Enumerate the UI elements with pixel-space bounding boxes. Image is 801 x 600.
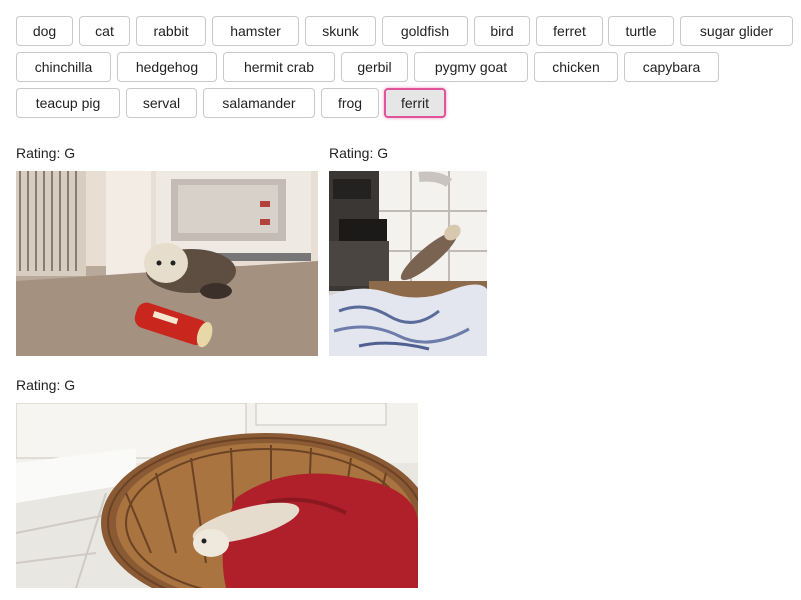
topic-button-sugar-glider[interactable]: sugar glider xyxy=(680,16,793,46)
topic-button-pygmy-goat[interactable]: pygmy goat xyxy=(414,52,528,82)
topic-button-frog[interactable]: frog xyxy=(321,88,379,118)
topic-button-salamander[interactable]: salamander xyxy=(203,88,315,118)
topic-button-skunk[interactable]: skunk xyxy=(305,16,376,46)
topic-button-serval[interactable]: serval xyxy=(126,88,197,118)
topic-button-chicken[interactable]: chicken xyxy=(534,52,618,82)
topic-button-hamster[interactable]: hamster xyxy=(212,16,299,46)
topic-button-bird[interactable]: bird xyxy=(474,16,530,46)
topic-button-hedgehog[interactable]: hedgehog xyxy=(117,52,217,82)
topic-button-turtle[interactable]: turtle xyxy=(608,16,674,46)
topic-button-teacup-pig[interactable]: teacup pig xyxy=(16,88,120,118)
topic-button-ferret[interactable]: ferret xyxy=(536,16,603,46)
topic-button-dog[interactable]: dog xyxy=(16,16,73,46)
topic-button-chinchilla[interactable]: chinchilla xyxy=(16,52,111,82)
topic-button-rabbit[interactable]: rabbit xyxy=(136,16,206,46)
rating-label: Rating: G xyxy=(16,145,76,161)
topic-button-gerbil[interactable]: gerbil xyxy=(341,52,408,82)
rating-label: Rating: G xyxy=(329,145,389,161)
ferret-jumping-on-bed-gif[interactable] xyxy=(329,171,487,356)
topic-button-hermit-crab[interactable]: hermit crab xyxy=(223,52,335,82)
topic-button-cat[interactable]: cat xyxy=(79,16,130,46)
rating-label: Rating: G xyxy=(16,377,76,393)
ferret-in-basket-gif[interactable] xyxy=(16,403,418,588)
ferret-with-can-gif[interactable] xyxy=(16,171,318,356)
topic-button-goldfish[interactable]: goldfish xyxy=(382,16,468,46)
topic-button-ferrit[interactable]: ferrit xyxy=(384,88,446,118)
topic-button-capybara[interactable]: capybara xyxy=(624,52,719,82)
